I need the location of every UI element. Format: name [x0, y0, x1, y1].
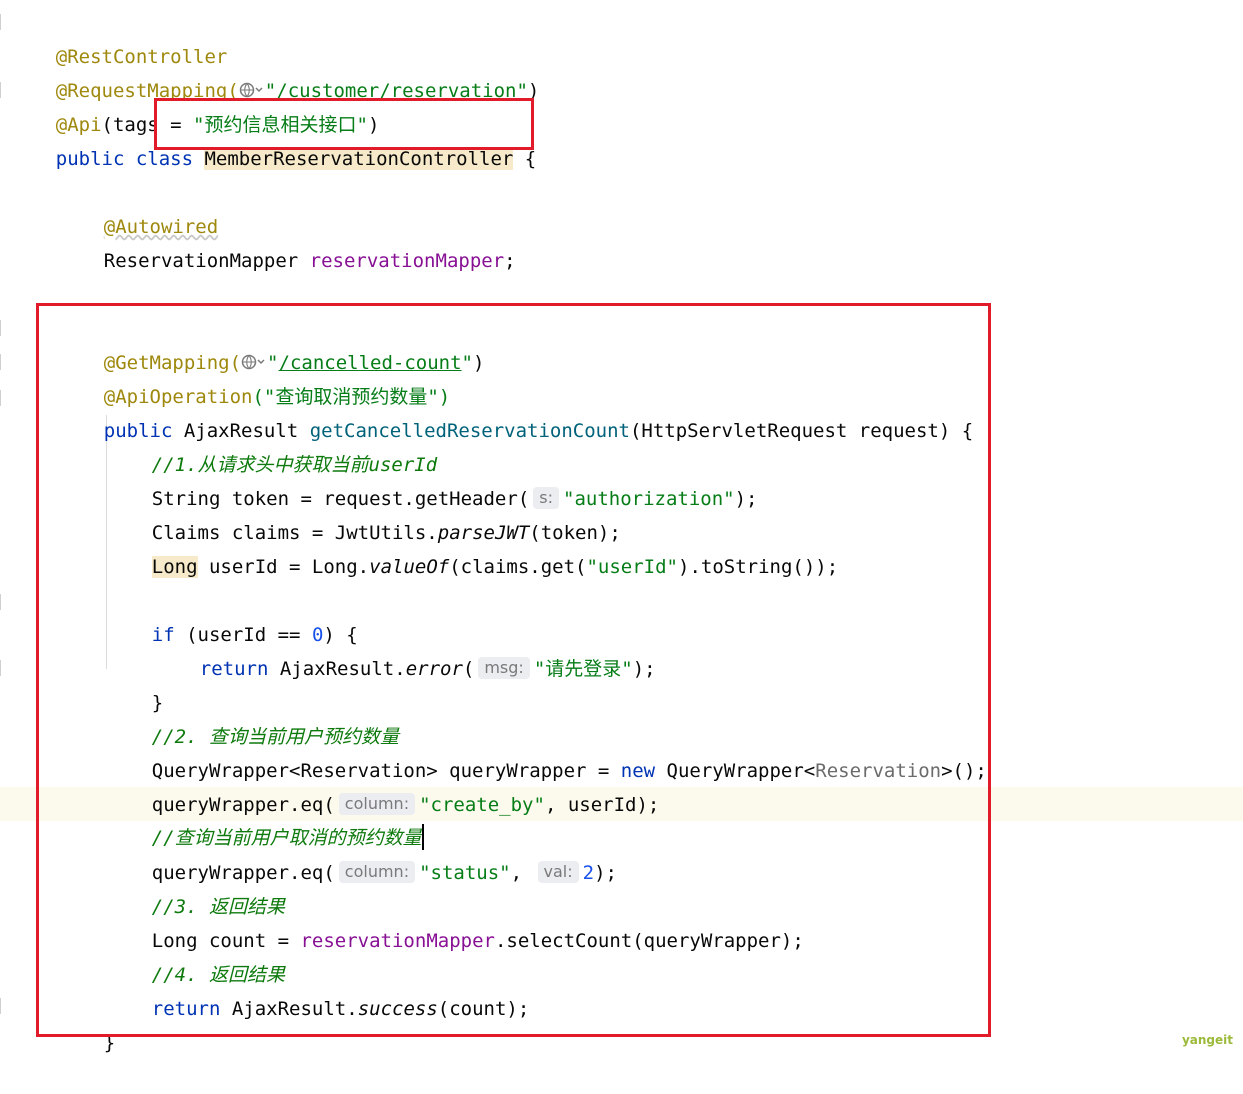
method-highlight-box [36, 303, 991, 1037]
code-editor[interactable]: @RestController @RequestMapping("/custom… [0, 0, 1243, 1057]
fold-marker[interactable] [0, 14, 7, 30]
class-name-highlight-box [154, 98, 534, 150]
fold-marker[interactable] [0, 354, 7, 370]
watermark: yangeit [1181, 1033, 1233, 1047]
fold-marker[interactable] [0, 660, 7, 676]
fold-marker[interactable] [0, 594, 7, 610]
fold-marker[interactable] [0, 320, 7, 336]
class-name[interactable]: MemberReservationController [204, 148, 514, 170]
field-name: reservationMapper [309, 250, 505, 272]
type-name: ReservationMapper [103, 250, 310, 272]
fold-marker[interactable] [0, 390, 7, 406]
fold-marker[interactable] [0, 998, 7, 1014]
code-text: { [513, 148, 537, 170]
code-line[interactable]: @RestController [10, 6, 228, 68]
code-line[interactable]: @RequestMapping("/customer/reservation") [10, 40, 540, 102]
code-line[interactable]: @Autowired [58, 176, 218, 238]
fold-marker[interactable] [0, 82, 7, 98]
keyword: public class [55, 148, 205, 170]
code-line[interactable]: ReservationMapper reservationMapper; [58, 210, 516, 272]
